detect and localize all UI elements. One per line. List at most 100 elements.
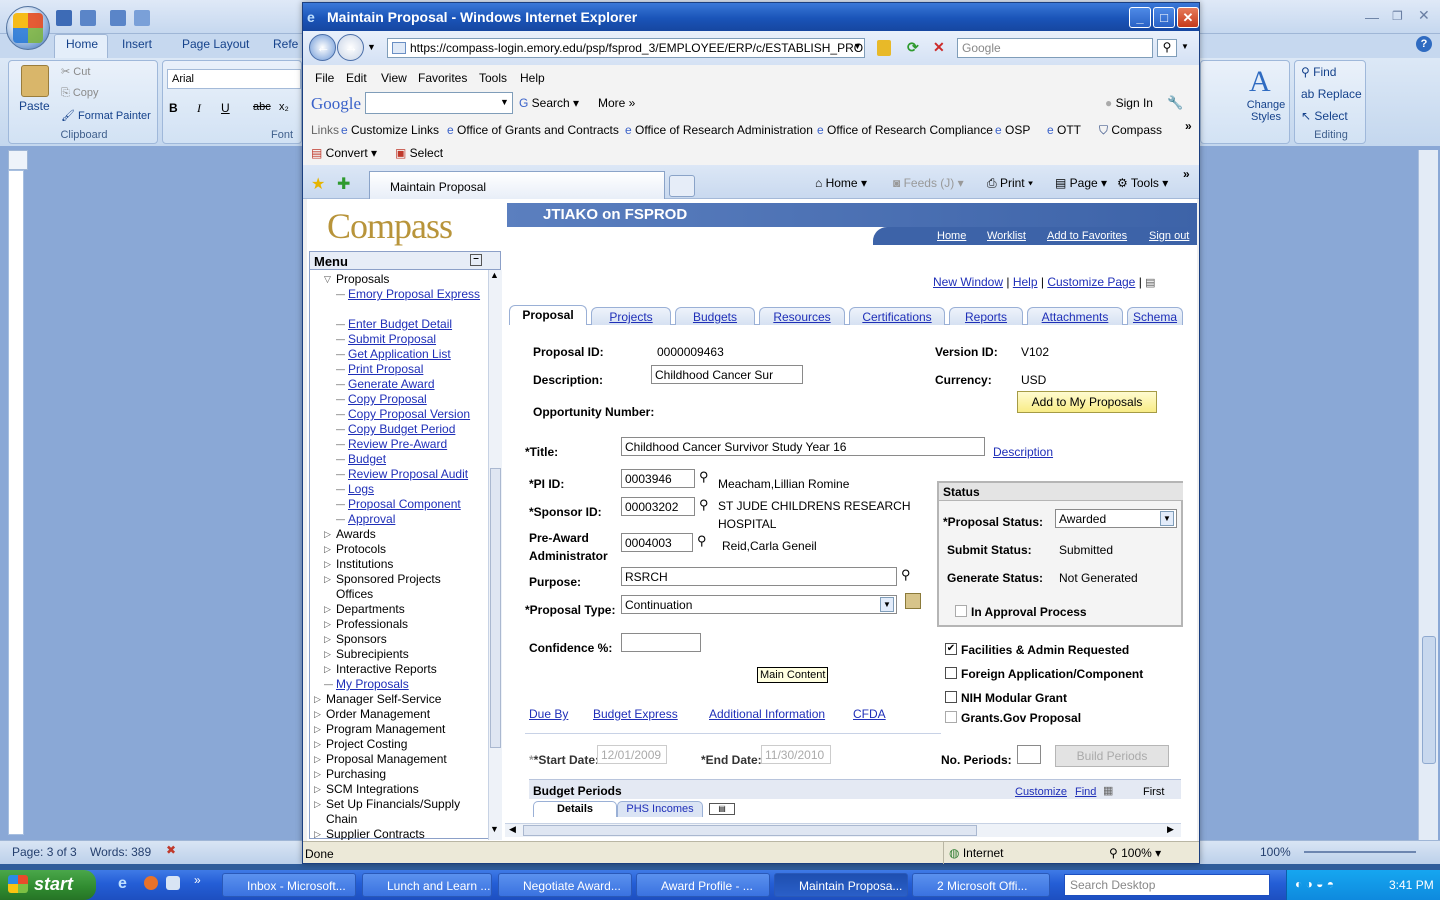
word-tab-home[interactable]: Home bbox=[66, 37, 98, 51]
firefox-quicklaunch-icon[interactable] bbox=[144, 876, 158, 890]
format-painter-button[interactable]: 🖌 Format Painter bbox=[61, 109, 151, 122]
tab-schema[interactable]: Schema bbox=[1127, 307, 1183, 325]
subtab-details[interactable]: Details bbox=[533, 801, 617, 817]
word-close-icon[interactable]: ✕ bbox=[1418, 7, 1430, 24]
additional-information-link[interactable]: Additional Information bbox=[709, 707, 825, 721]
select-tool-button[interactable]: ▣ Select bbox=[395, 146, 443, 160]
hscroll-right-icon[interactable]: ▶ bbox=[1167, 824, 1174, 835]
favorites-star-icon[interactable]: ★ bbox=[311, 174, 325, 194]
search-icon[interactable]: ⚲ bbox=[1157, 39, 1177, 57]
subtab-phs-incomes[interactable]: PHS Incomes bbox=[617, 801, 703, 817]
new-tab-button[interactable] bbox=[669, 175, 695, 197]
add-to-my-proposals-button[interactable]: Add to My Proposals bbox=[1017, 391, 1157, 413]
zoom-slider[interactable] bbox=[1304, 851, 1416, 853]
http-icon[interactable]: ▤ bbox=[1145, 277, 1155, 289]
word-vertical-scrollbar[interactable] bbox=[1418, 150, 1438, 840]
cfda-link[interactable]: CFDA bbox=[853, 707, 886, 721]
purpose-field[interactable]: RSRCH bbox=[621, 567, 897, 586]
desktop-search-input[interactable]: Search Desktop bbox=[1064, 874, 1270, 896]
select-button[interactable]: ↖ Select bbox=[1301, 109, 1348, 123]
google-search-button[interactable]: G Search ▾ bbox=[519, 96, 579, 110]
taskbar-item-inbox[interactable]: Inbox - Microsoft... bbox=[222, 873, 356, 897]
preaward-id-field[interactable]: 0004003 bbox=[621, 533, 693, 552]
ie-search-input[interactable]: Google bbox=[957, 38, 1153, 58]
close-button[interactable]: ✕ bbox=[1177, 7, 1199, 28]
proposal-status-select[interactable]: Awarded ▼ bbox=[1055, 509, 1177, 528]
preaward-lookup-icon[interactable]: ⚲ bbox=[697, 533, 707, 549]
taskbar-item-maintain-proposal[interactable]: Maintain Proposa... bbox=[774, 873, 908, 897]
zoom-control[interactable]: ⚲ 100% ▾ bbox=[1109, 846, 1161, 860]
google-search-input[interactable]: ▼ bbox=[365, 92, 513, 114]
link-grants-contracts[interactable]: e Office of Grants and Contracts bbox=[447, 123, 619, 137]
no-periods-field[interactable] bbox=[1017, 745, 1041, 764]
minimize-button[interactable]: _ bbox=[1129, 7, 1151, 28]
tab-budgets[interactable]: Budgets bbox=[675, 307, 755, 325]
word-scroll-thumb[interactable] bbox=[1422, 636, 1436, 764]
add-favorites-icon[interactable]: ✚ bbox=[337, 174, 350, 194]
help-link[interactable]: Help bbox=[1013, 275, 1038, 289]
tab-projects[interactable]: Projects bbox=[591, 307, 671, 325]
italic-button[interactable]: I bbox=[197, 101, 201, 116]
customize-page-link[interactable]: Customize Page bbox=[1047, 275, 1135, 289]
taskbar-item-microsoft-office[interactable]: 2 Microsoft Offi... bbox=[912, 873, 1050, 897]
nav-worklist[interactable]: Worklist bbox=[987, 230, 1026, 242]
home-button[interactable]: ⌂ Home ▾ bbox=[815, 176, 867, 190]
menu-scroll-up-icon[interactable]: ▲ bbox=[490, 270, 499, 280]
content-hscrollbar[interactable]: ◀ ▶ bbox=[505, 823, 1181, 837]
description-link[interactable]: Description bbox=[993, 445, 1053, 459]
tab-resources[interactable]: Resources bbox=[759, 307, 845, 325]
link-research-compliance[interactable]: e Office of Research Compliance bbox=[817, 123, 993, 137]
customize-grid-link[interactable]: Customize bbox=[1015, 786, 1067, 798]
search-options-icon[interactable]: ▼ bbox=[1181, 42, 1189, 51]
hscroll-thumb[interactable] bbox=[523, 825, 977, 836]
sponsor-id-field[interactable]: 00003202 bbox=[621, 497, 695, 516]
quicklaunch-icon[interactable] bbox=[166, 876, 180, 890]
copy-button[interactable]: ⎘ Copy bbox=[61, 87, 99, 100]
change-styles-icon[interactable]: A bbox=[1249, 65, 1271, 99]
foreign-application-checkbox[interactable] bbox=[945, 667, 957, 679]
forward-button[interactable]: → bbox=[337, 34, 364, 61]
print-button[interactable]: ⎙ Print ▾ bbox=[987, 176, 1033, 191]
wrench-icon[interactable]: 🔧 bbox=[1167, 95, 1183, 111]
menu-scrollbar[interactable]: ▲ ▼ bbox=[488, 270, 502, 840]
tab-proposal[interactable]: Proposal bbox=[509, 305, 587, 325]
tab-attachments[interactable]: Attachments bbox=[1027, 307, 1123, 325]
menu-scroll-down-icon[interactable]: ▼ bbox=[490, 824, 499, 834]
link-osp[interactable]: e OSP bbox=[995, 123, 1030, 137]
chevron-down-icon[interactable]: ▼ bbox=[880, 597, 894, 612]
subscript-button[interactable]: x₂ bbox=[279, 101, 289, 113]
font-name-field[interactable]: Arial bbox=[167, 69, 301, 89]
google-sign-in[interactable]: ● Sign In bbox=[1105, 96, 1153, 110]
tab-reports[interactable]: Reports bbox=[949, 307, 1023, 325]
menu-scroll-thumb[interactable] bbox=[490, 468, 501, 748]
ie-quicklaunch-icon[interactable]: e bbox=[118, 875, 127, 893]
nav-home[interactable]: Home bbox=[937, 230, 966, 242]
tools-menu-button[interactable]: ⚙ Tools ▾ bbox=[1117, 176, 1168, 190]
link-ott[interactable]: e OTT bbox=[1047, 123, 1081, 137]
taskbar-item-negotiate-award[interactable]: Negotiate Award... bbox=[498, 873, 632, 897]
browser-tab[interactable]: Maintain Proposal bbox=[369, 171, 665, 199]
menu-view[interactable]: View bbox=[381, 71, 407, 85]
collapse-icon[interactable]: – bbox=[470, 254, 482, 266]
help-icon[interactable]: ? bbox=[1416, 36, 1432, 52]
description-field[interactable]: Childhood Cancer Sur bbox=[651, 365, 803, 384]
pi-id-field[interactable]: 0003946 bbox=[621, 469, 695, 488]
history-dropdown-icon[interactable]: ▼ bbox=[367, 42, 376, 52]
word-tab-page-layout[interactable]: Page Layout bbox=[182, 37, 249, 51]
bold-button[interactable]: B bbox=[169, 101, 178, 115]
url-dropdown-icon[interactable]: ▼ bbox=[853, 41, 862, 51]
hscroll-left-icon[interactable]: ◀ bbox=[509, 824, 516, 835]
word-tab-references[interactable]: Refe bbox=[273, 37, 298, 51]
spelling-icon[interactable] bbox=[134, 10, 150, 26]
confidence-field[interactable] bbox=[621, 633, 701, 652]
menu-favorites[interactable]: Favorites bbox=[418, 71, 467, 85]
undo-icon[interactable] bbox=[80, 10, 96, 26]
convert-button[interactable]: ▤ Convert ▾ bbox=[311, 146, 377, 160]
back-button[interactable]: ← bbox=[309, 34, 336, 61]
save-icon[interactable] bbox=[56, 10, 72, 26]
paste-icon[interactable] bbox=[21, 65, 49, 97]
lock-icon[interactable] bbox=[877, 40, 891, 56]
grid-view-icon[interactable]: ▦ bbox=[1103, 784, 1113, 797]
strikethrough-button[interactable]: abc bbox=[253, 101, 271, 113]
sponsor-lookup-icon[interactable]: ⚲ bbox=[699, 497, 709, 513]
